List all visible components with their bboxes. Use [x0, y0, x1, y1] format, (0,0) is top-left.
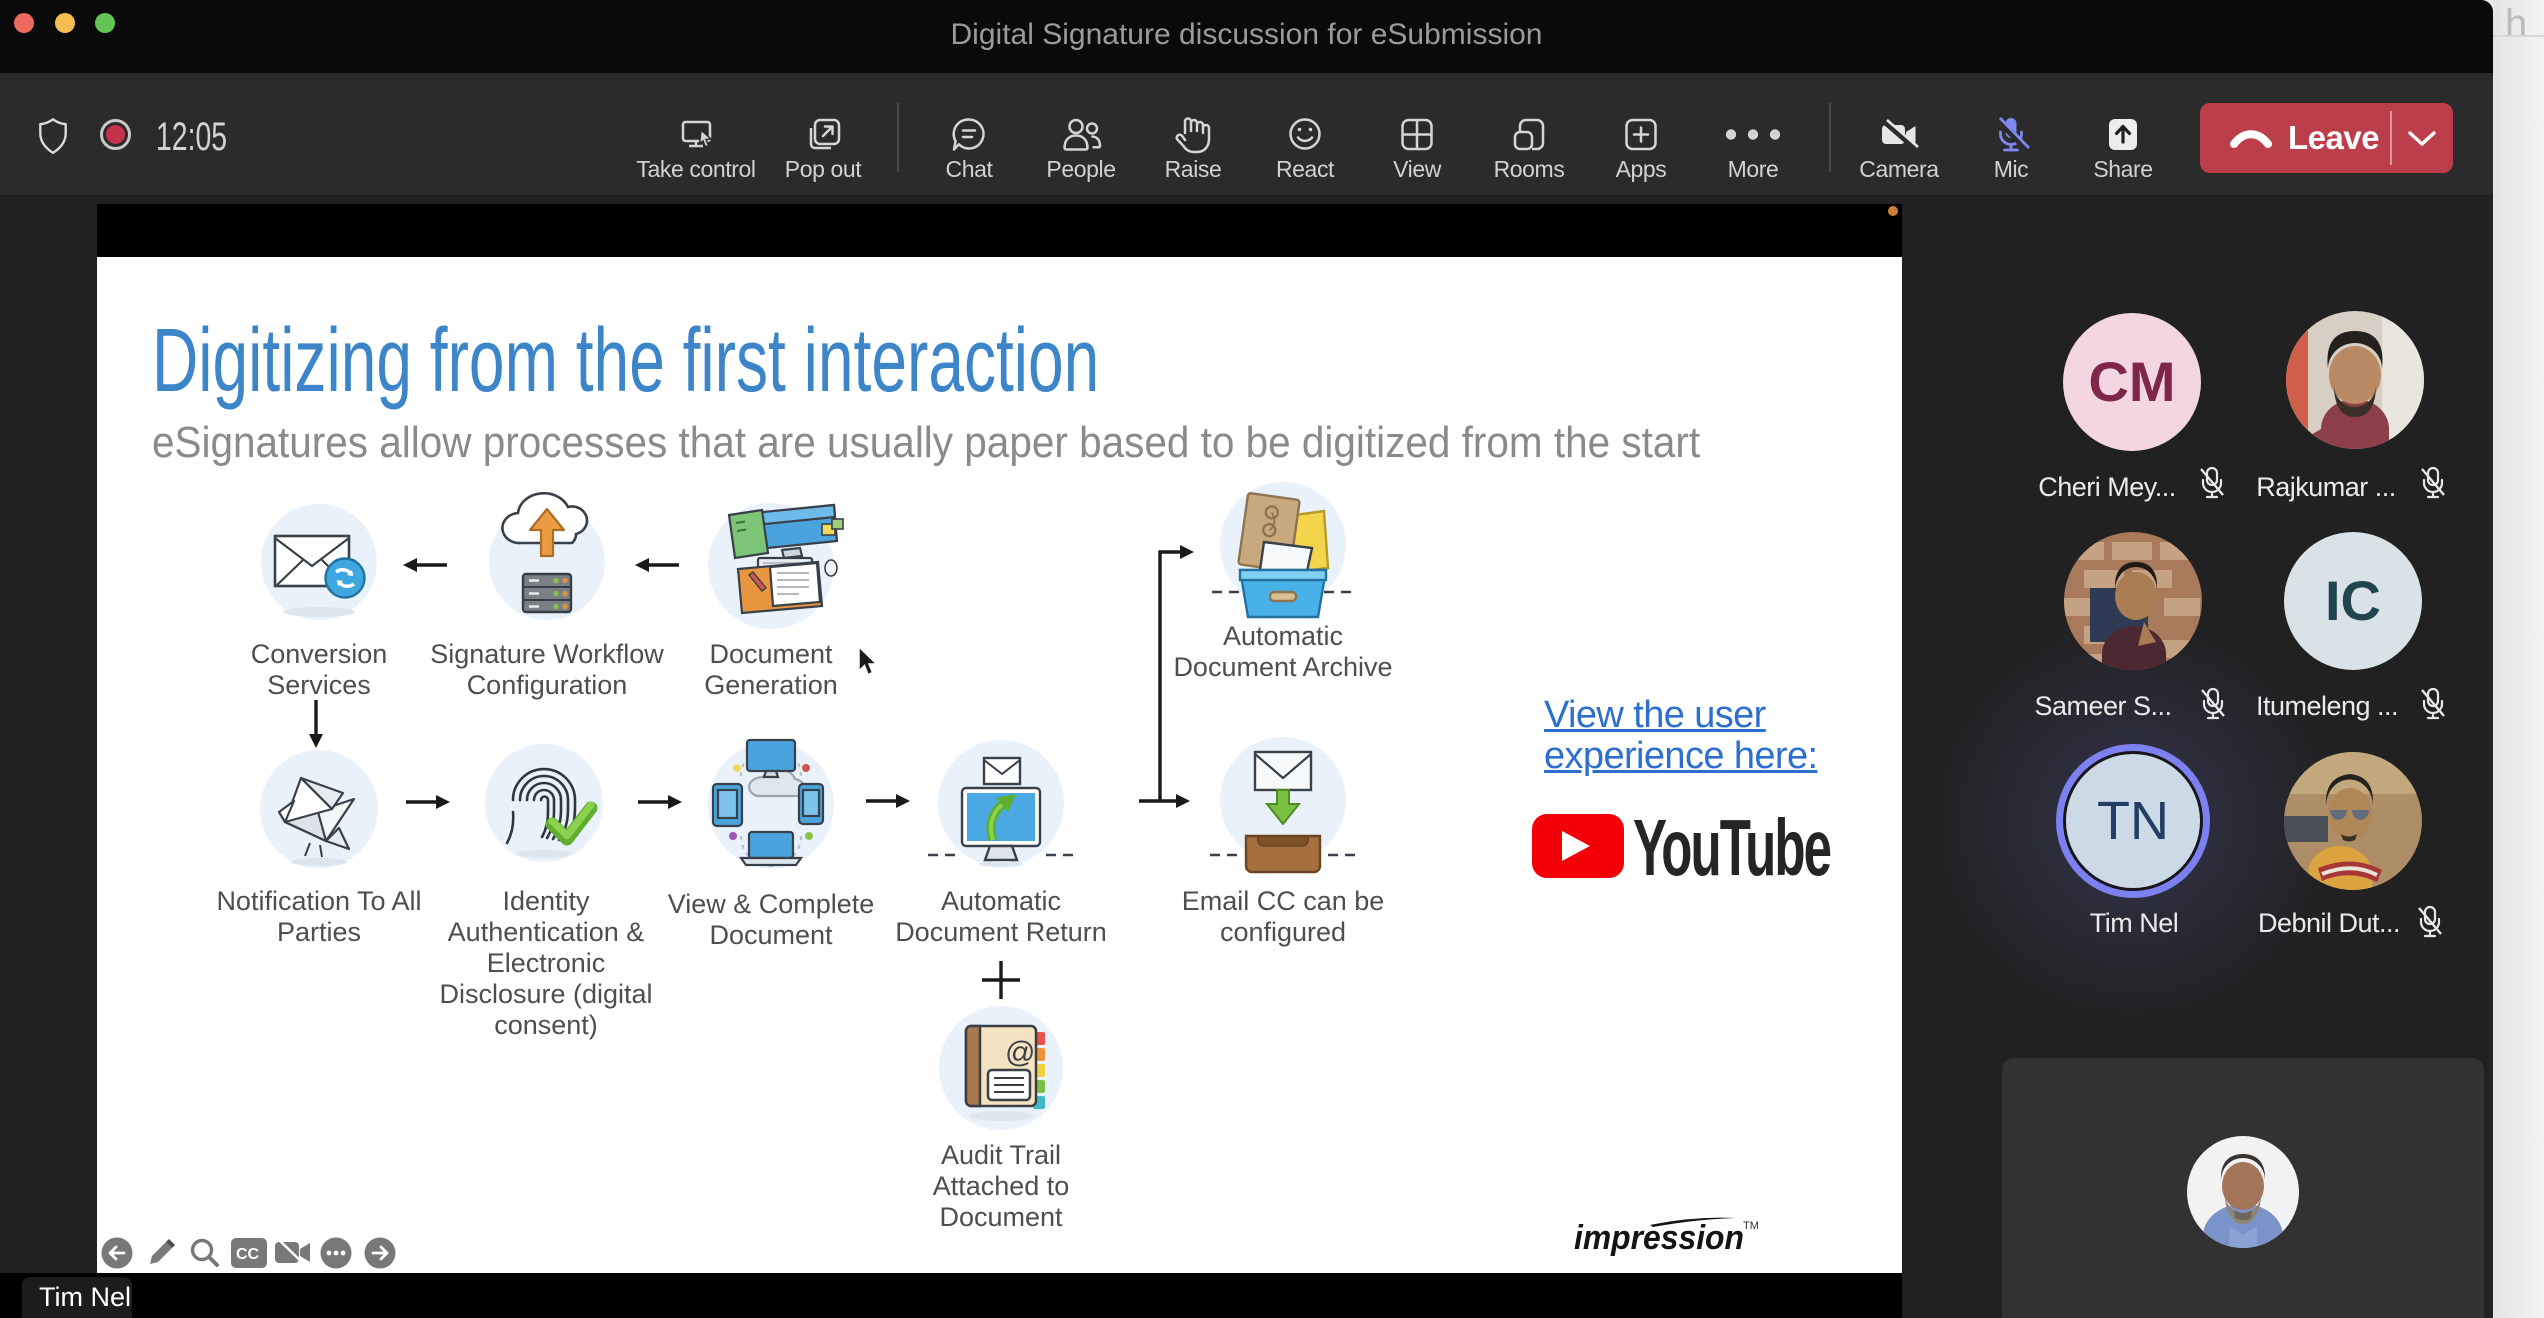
- svg-text:@: @: [1005, 1036, 1035, 1069]
- svg-text:CC: CC: [236, 1246, 260, 1263]
